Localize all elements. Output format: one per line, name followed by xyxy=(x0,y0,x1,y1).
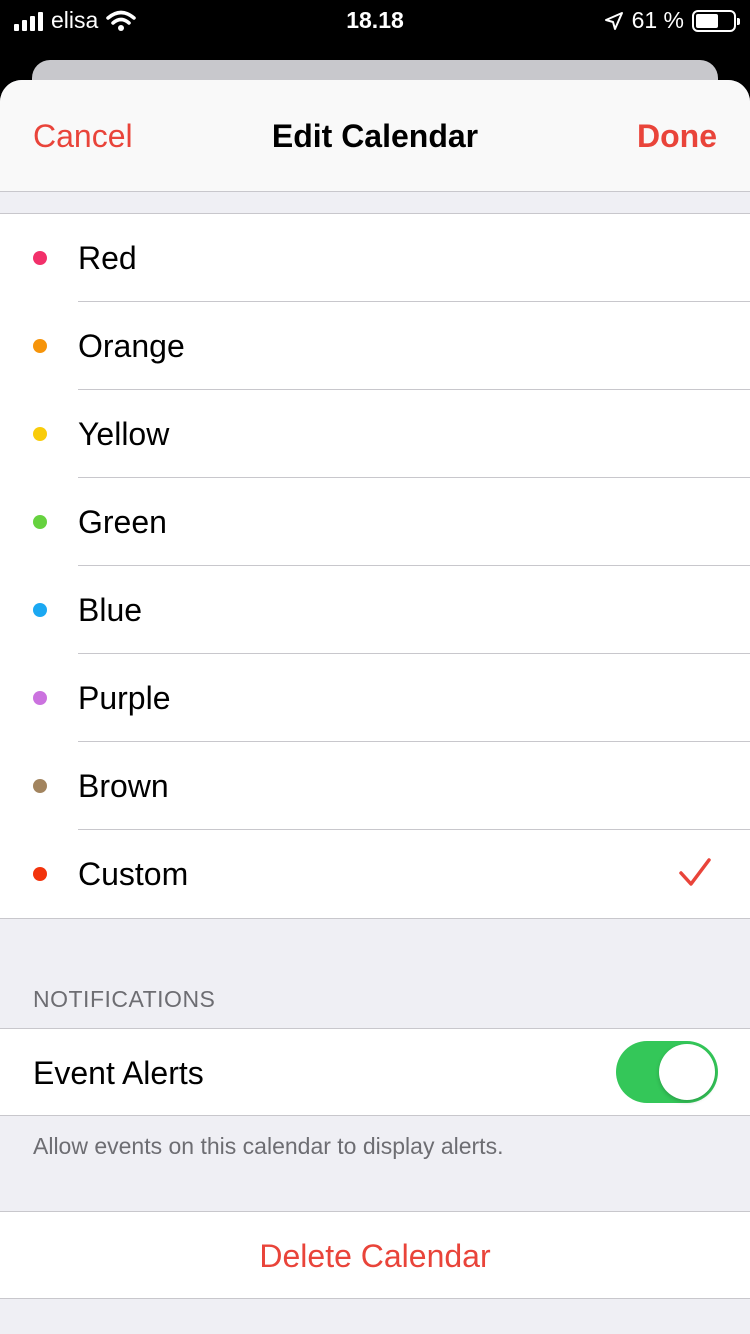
color-option-blue[interactable]: Blue xyxy=(0,566,750,654)
event-alerts-toggle[interactable] xyxy=(616,1041,718,1103)
delete-calendar-label: Delete Calendar xyxy=(259,1238,491,1274)
color-dot xyxy=(33,515,47,529)
color-label: Purple xyxy=(78,680,171,716)
color-option-brown[interactable]: Brown xyxy=(0,742,750,830)
color-label: Red xyxy=(78,240,137,276)
edit-calendar-sheet: Cancel Edit Calendar Done Red Orange Yel… xyxy=(0,80,750,1334)
color-label: Yellow xyxy=(78,416,170,452)
notifications-header: NOTIFICATIONS xyxy=(33,986,216,1012)
color-dot xyxy=(33,691,47,705)
color-option-red[interactable]: Red xyxy=(0,214,750,302)
toggle-knob xyxy=(659,1044,715,1100)
color-label: Custom xyxy=(78,856,189,892)
delete-calendar-button[interactable]: Delete Calendar xyxy=(0,1211,750,1299)
color-label: Brown xyxy=(78,768,169,804)
color-option-purple[interactable]: Purple xyxy=(0,654,750,742)
status-right: 61 % xyxy=(604,7,740,34)
color-option-yellow[interactable]: Yellow xyxy=(0,390,750,478)
navigation-bar: Cancel Edit Calendar Done xyxy=(0,80,750,192)
done-button[interactable]: Done xyxy=(637,118,717,155)
battery-percent: 61 % xyxy=(631,7,684,33)
battery-icon xyxy=(692,9,740,32)
status-bar: elisa 18.18 61 % xyxy=(0,0,750,42)
color-label: Blue xyxy=(78,592,143,628)
color-list: Red Orange Yellow Green Blue Purple Brow… xyxy=(0,213,750,919)
location-arrow-icon xyxy=(604,11,623,30)
color-dot xyxy=(33,867,47,881)
color-dot xyxy=(33,339,47,353)
color-option-green[interactable]: Green xyxy=(0,478,750,566)
color-label: Green xyxy=(78,504,167,540)
event-alerts-footer: Allow events on this calendar to display… xyxy=(33,1133,504,1159)
color-dot xyxy=(33,251,47,265)
color-dot xyxy=(33,779,47,793)
color-label: Orange xyxy=(78,328,185,364)
color-option-orange[interactable]: Orange xyxy=(0,302,750,390)
color-option-custom[interactable]: Custom xyxy=(0,830,750,918)
color-dot xyxy=(33,427,47,441)
event-alerts-row: Event Alerts xyxy=(0,1028,750,1116)
checkmark-icon xyxy=(679,858,711,886)
event-alerts-label: Event Alerts xyxy=(33,1055,204,1091)
color-dot xyxy=(33,603,47,617)
